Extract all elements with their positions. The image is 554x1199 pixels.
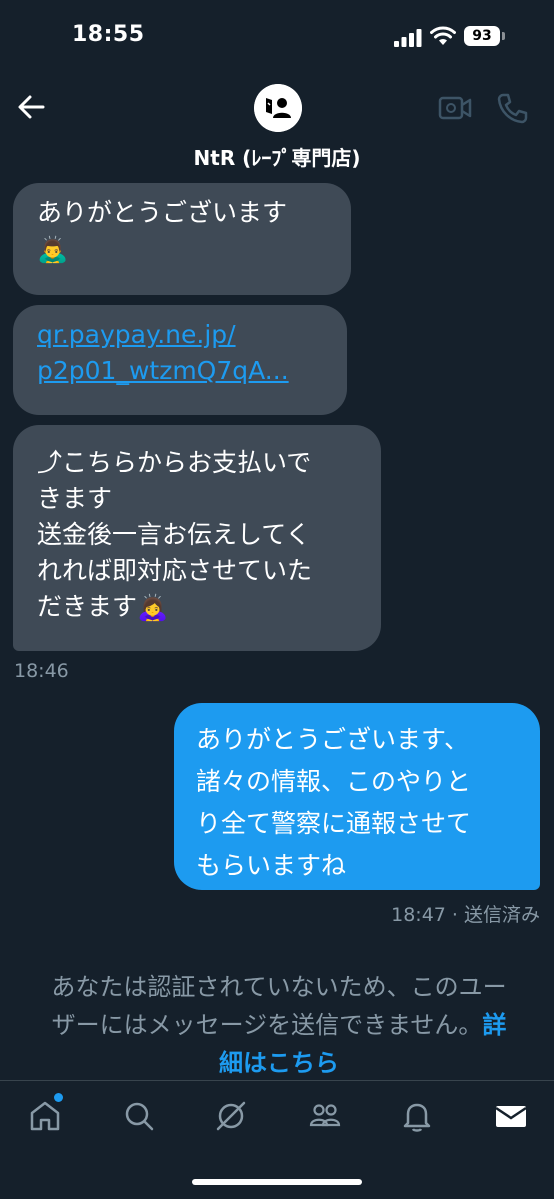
cannot-message-notice: あなたは認証されていないため、このユー ザーにはメッセージを送信できません。詳 … xyxy=(14,968,544,1082)
status-time: 18:55 xyxy=(72,22,145,47)
message-line: だきます🙇‍♀️ xyxy=(37,589,357,626)
avatar[interactable] xyxy=(254,84,302,132)
bowing-emoji: 🙇‍♀️ xyxy=(137,593,169,622)
learn-more-link[interactable]: 細はこちら xyxy=(14,1044,544,1082)
communities-icon[interactable] xyxy=(308,1099,342,1133)
notice-line: あなたは認証されていないため、このユー xyxy=(51,973,507,1001)
message-line: り全て警察に通報させて xyxy=(196,809,472,838)
incoming-message[interactable]: ⤴こちらからお支払いで きます 送金後一言お伝えしてく れれば即対応させていた … xyxy=(13,425,381,651)
bell-icon[interactable] xyxy=(400,1099,434,1133)
message-line: もらいますね xyxy=(196,851,347,880)
home-notification-dot xyxy=(54,1093,63,1102)
notice-line: ザーにはメッセージを送信できません。詳 xyxy=(14,1006,544,1044)
message-line: れれば即対応させていた xyxy=(37,556,313,585)
bowing-emoji: 🙇‍♂️ xyxy=(37,235,69,264)
grok-icon[interactable] xyxy=(214,1099,248,1133)
message-line: きます xyxy=(37,484,113,513)
wifi-icon xyxy=(430,26,456,45)
home-icon[interactable] xyxy=(28,1099,62,1133)
status-bar: 18:55 93 xyxy=(0,0,554,70)
outgoing-status: 18:47 · 送信済み xyxy=(391,904,540,926)
learn-more-link[interactable]: 詳 xyxy=(482,1011,506,1039)
message-line: ありがとうございます、 xyxy=(196,725,470,754)
outgoing-message[interactable]: ありがとうございます、 諸々の情報、このやりと り全て警察に通報させて もらいま… xyxy=(174,703,540,890)
incoming-message[interactable]: ありがとうございます 🙇‍♂️ xyxy=(13,183,351,295)
battery-cap xyxy=(502,32,505,40)
search-icon[interactable] xyxy=(122,1099,156,1133)
phone-call-icon[interactable] xyxy=(496,92,528,124)
paypay-link-continued[interactable]: p2p01_wtzmQ7qA... xyxy=(37,353,323,389)
mail-icon[interactable] xyxy=(494,1099,528,1133)
incoming-link-message[interactable]: qr.paypay.ne.jp/ p2p01_wtzmQ7qA... xyxy=(13,305,347,415)
message-line: 諸々の情報、このやりと xyxy=(196,767,472,796)
notice-text: ザーにはメッセージを送信できません。 xyxy=(51,1011,483,1039)
conversation-header: NtR (ﾚｰﾌﾟ専門店) xyxy=(0,70,554,178)
message-line: 送金後一言お伝えしてく xyxy=(37,520,311,549)
battery-indicator: 93 xyxy=(464,26,500,46)
incoming-timestamp: 18:46 xyxy=(14,660,69,682)
video-call-icon[interactable] xyxy=(438,94,472,122)
message-text: だきます xyxy=(37,592,138,621)
paypay-link[interactable]: qr.paypay.ne.jp/ xyxy=(37,317,323,353)
home-indicator xyxy=(192,1179,362,1185)
cellular-signal-icon xyxy=(394,29,422,47)
conversation-title[interactable]: NtR (ﾚｰﾌﾟ専門店) xyxy=(0,142,554,171)
message-line: ⤴こちらからお支払いで xyxy=(37,448,312,477)
back-arrow-icon[interactable] xyxy=(16,92,46,122)
message-text: ありがとうございます xyxy=(37,198,288,227)
